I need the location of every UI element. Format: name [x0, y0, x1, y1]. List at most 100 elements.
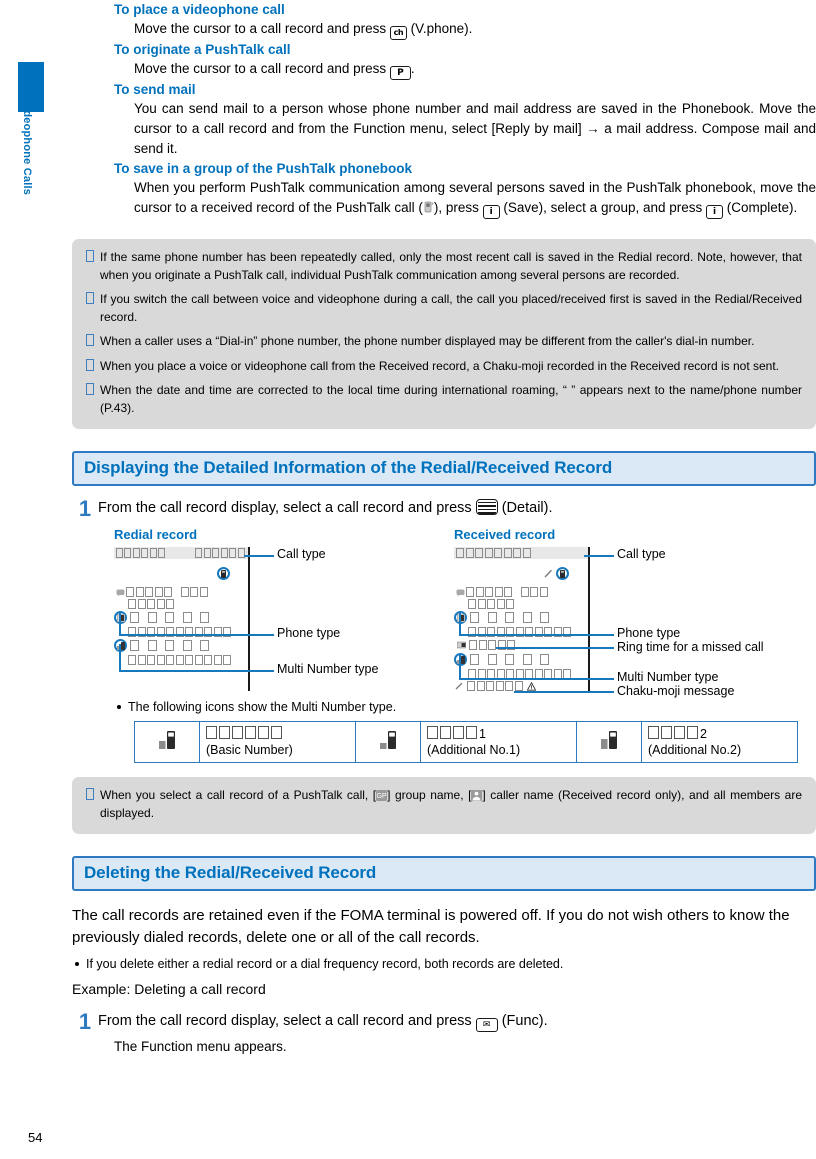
memo-icon: [456, 589, 465, 597]
deleting-bullet: If you delete either a redial record or …: [75, 955, 816, 973]
text-originate-pushtalk-call: Move the cursor to a call record and pre…: [134, 59, 816, 80]
label-en: (Additional No.2): [648, 743, 742, 757]
phone-row-calltype: [454, 565, 588, 583]
note-box-redial-received: If the same phone number has been repeat…: [72, 239, 816, 429]
text-fragment: From the call record display, select a c…: [98, 1013, 476, 1029]
phone-row-ringtime: [454, 640, 588, 651]
multinumber-add2-glyph: [600, 731, 617, 749]
section-header-displaying-detail: Displaying the Detailed Information of t…: [72, 451, 816, 486]
text-fragment: When you select a call record of a PushT…: [100, 788, 377, 802]
note-item-text: If you switch the call between voice and…: [100, 292, 802, 324]
multi-number-icon-table: (Basic Number) 1 (Additional No.1) 2 (Ad…: [134, 721, 798, 763]
icon-table-intro: The following icons show the Multi Numbe…: [117, 698, 816, 716]
leader-line-multi-number-h: [459, 678, 614, 680]
label-jp: 1: [427, 726, 486, 741]
note-item-text: When a caller uses a “Dial-in” phone num…: [100, 334, 755, 348]
deleting-paragraph: The call records are retained even if th…: [72, 907, 790, 946]
svg-text:GP: GP: [377, 793, 387, 800]
page-content: To place a videophone call Move the curs…: [72, 0, 816, 1057]
note-bullet-icon: [86, 358, 100, 376]
func-key-icon: ✉: [475, 1018, 498, 1032]
phone-row-phonetype: [114, 611, 248, 625]
note-item: If you switch the call between voice and…: [86, 291, 802, 326]
save-key-icon: i: [482, 205, 500, 219]
complete-key-icon: i: [706, 205, 724, 219]
multinumber-add1-label: 1 (Additional No.1): [420, 721, 577, 763]
leader-line-ring-time: [496, 647, 614, 649]
call-type-icon: [221, 570, 226, 578]
multinumber-basic-label: (Basic Number): [199, 721, 356, 763]
multinumber-add1-glyph: [379, 731, 396, 749]
label-en: (Basic Number): [206, 743, 293, 757]
diagram-title-redial: Redial record: [114, 527, 198, 542]
step-text: From the call record display, select a c…: [98, 498, 816, 520]
phone-row-multinumber: [114, 639, 248, 653]
warning-triangle-icon: [526, 681, 537, 691]
text-send-mail: You can send mail to a person whose phon…: [134, 101, 816, 156]
multinumber-add2-icon: [576, 721, 642, 763]
videophone-key-icon: ch: [389, 26, 407, 40]
note-item: When a caller uses a “Dial-in” phone num…: [86, 333, 802, 351]
ring-time-icon: [457, 641, 466, 649]
label-en: (Additional No.1): [427, 743, 521, 757]
side-tab-label: Voice/Videophone Calls: [21, 66, 33, 196]
phone-row-multinumber: [454, 653, 588, 667]
text-fragment: (Func).: [497, 1013, 548, 1029]
leader-line-call-type: [244, 555, 274, 557]
step-sub-text: The Function menu appears.: [114, 1039, 287, 1054]
label-jp: 2: [648, 726, 707, 741]
multinumber-add2-label: 2 (Additional No.2): [641, 721, 798, 763]
subheading-send-mail: To send mail: [114, 82, 196, 97]
diagram-label-chaku-moji: Chaku-moji message: [617, 684, 735, 698]
note-item-text: If the same phone number has been repeat…: [100, 250, 802, 282]
leader-line-multi-number-v: [119, 644, 121, 672]
diagram-label-phone-type: Phone type: [277, 626, 341, 640]
note-bullet-icon: [86, 291, 100, 326]
multinumber-add1-icon: [355, 721, 421, 763]
phone-row-phonetype: [454, 611, 588, 625]
text-fragment: From the call record display, select a c…: [98, 500, 476, 516]
note-box-pushtalk-record: When you select a call record of a PushT…: [72, 777, 816, 834]
leader-line-phone-type-h: [459, 634, 614, 636]
diagram-label-multi-number: Multi Number type: [277, 662, 379, 676]
page-number: 54: [28, 1130, 43, 1145]
section-header-deleting-record: Deleting the Redial/Received Record: [72, 856, 816, 891]
diagram-title-received: Received record: [454, 527, 556, 542]
step-number: 1: [78, 1009, 92, 1034]
text-fragment: Move the cursor to a call record and pre…: [134, 21, 390, 36]
leader-line-phone-type-v: [459, 612, 461, 636]
diagram-label-multi-number: Multi Number type: [617, 670, 719, 684]
note-bullet-icon: [86, 382, 100, 417]
leader-line-call-type: [584, 555, 614, 557]
group-icon: GP: [376, 790, 388, 801]
text-fragment: (Detail).: [497, 500, 553, 516]
leader-line-multi-number-h: [119, 670, 274, 672]
phone-screen-received: [454, 547, 590, 691]
text-fragment: (V.phone).: [406, 21, 473, 36]
text-fragment: (Complete).: [723, 200, 798, 215]
leader-line-multi-number-v: [459, 654, 461, 680]
phone-row-calltype: [114, 565, 248, 583]
note-item: When you place a voice or videophone cal…: [86, 358, 802, 376]
phone-status-bar: [454, 547, 588, 559]
text-fragment: ), press: [433, 200, 483, 215]
note-item: When you select a call record of a PushT…: [86, 787, 802, 822]
note-bullet-icon: [86, 249, 100, 284]
text-fragment: .: [410, 61, 415, 76]
subheading-place-videophone-call: To place a videophone call: [114, 2, 285, 17]
diagram-label-ring-time: Ring time for a missed call: [617, 640, 764, 654]
step-1-deleting: 1 From the call record display, select a…: [72, 1011, 816, 1033]
diagram-label-call-type: Call type: [617, 547, 666, 561]
diagram-label-phone-type: Phone type: [617, 626, 681, 640]
text-place-videophone-call: Move the cursor to a call record and pre…: [134, 19, 816, 40]
note-bullet-icon: [86, 787, 100, 822]
phone-row-name: [454, 587, 588, 597]
call-type-icon: [560, 570, 565, 578]
step-1-displaying: 1 From the call record display, select a…: [72, 498, 816, 520]
detail-key-icon: [475, 499, 498, 515]
chaku-moji-pen-icon: [544, 569, 553, 578]
subheading-originate-pushtalk-call: To originate a PushTalk call: [114, 42, 291, 57]
multinumber-basic-icon: [134, 721, 200, 763]
note-item-text: When the date and time are corrected to …: [100, 382, 802, 417]
leader-line-chaku-moji: [514, 691, 614, 693]
